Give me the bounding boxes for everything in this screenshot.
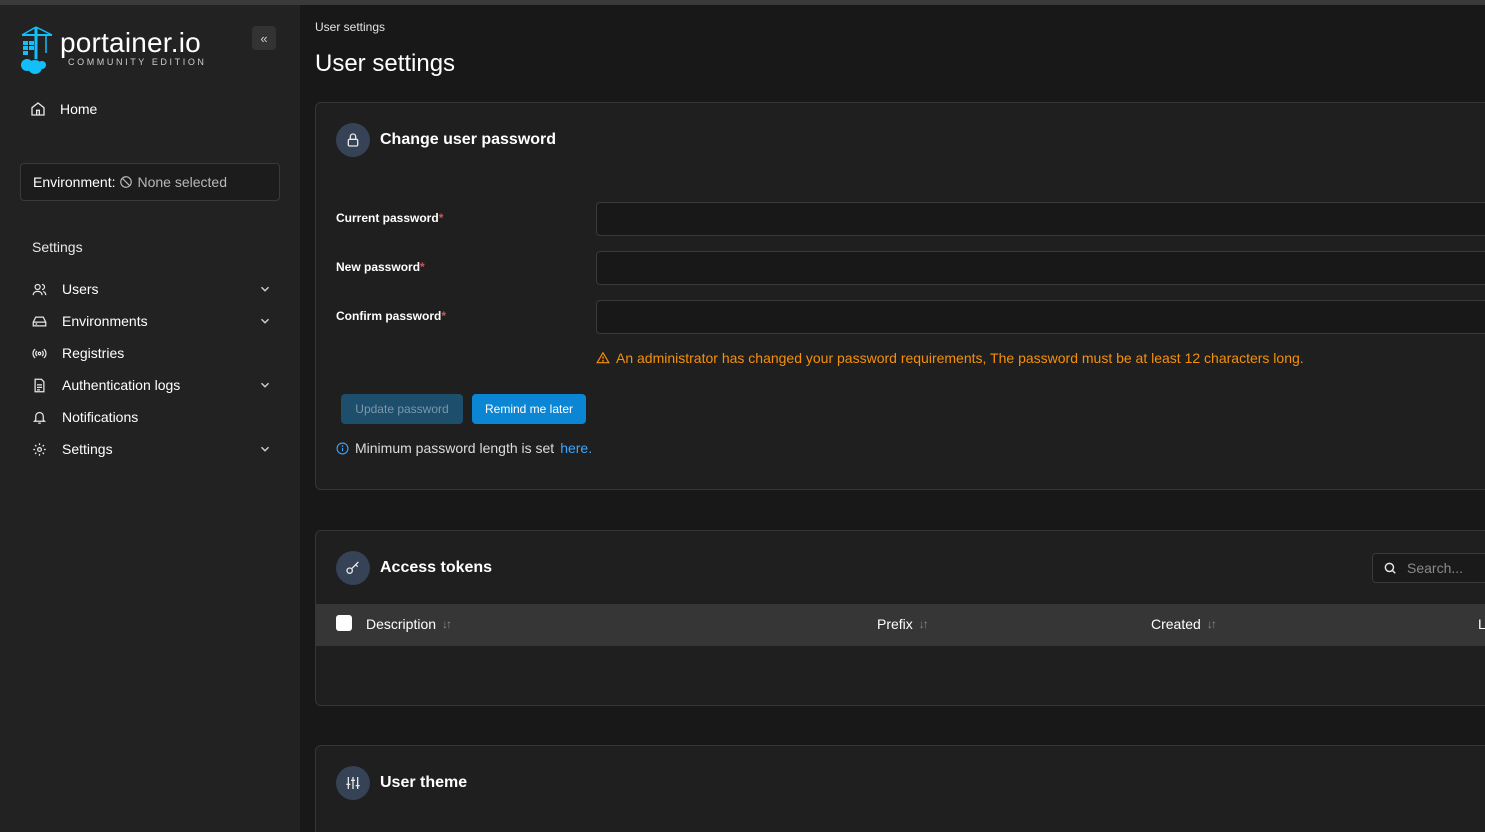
ban-icon bbox=[120, 176, 133, 188]
column-created[interactable]: Created ↓↑ bbox=[1151, 616, 1217, 632]
home-icon bbox=[31, 102, 45, 116]
environment-label: Environment: bbox=[33, 174, 116, 190]
bell-icon bbox=[30, 408, 48, 426]
environment-selector[interactable]: Environment: None selected bbox=[20, 163, 280, 201]
sidebar-item-label: Home bbox=[60, 101, 98, 117]
card-title: Access tokens bbox=[380, 559, 493, 576]
collapse-sidebar-button[interactable]: « bbox=[252, 26, 276, 50]
column-description[interactable]: Description ↓↑ bbox=[366, 616, 452, 632]
confirm-password-label: Confirm password* bbox=[336, 309, 446, 323]
brand-name: portainer.io bbox=[60, 27, 201, 58]
file-text-icon bbox=[30, 376, 48, 394]
sidebar-item-authentication-logs[interactable]: Authentication logs bbox=[30, 369, 272, 401]
user-theme-card: User theme bbox=[315, 745, 1485, 832]
sidebar-item-label: Environments bbox=[62, 313, 148, 329]
card-header: Access tokens bbox=[336, 551, 492, 585]
sort-icon: ↓↑ bbox=[918, 617, 929, 631]
sidebar-item-environments[interactable]: Environments bbox=[30, 305, 272, 337]
password-length-info: Minimum password length is set here. bbox=[336, 440, 592, 456]
sidebar-item-label: Users bbox=[62, 281, 99, 297]
select-all-checkbox[interactable] bbox=[336, 615, 352, 631]
environment-value: None selected bbox=[137, 174, 227, 190]
column-label: L bbox=[1478, 616, 1485, 632]
lock-icon bbox=[336, 123, 370, 157]
chevron-down-icon bbox=[260, 318, 270, 324]
new-password-label-text: New password bbox=[336, 260, 421, 274]
current-password-label-text: Current password bbox=[336, 211, 439, 225]
column-label: Created bbox=[1151, 616, 1201, 632]
access-tokens-card: Access tokens Description ↓↑ Prefix ↓↑ Cre… bbox=[315, 530, 1485, 706]
sidebar-item-label: Settings bbox=[62, 441, 113, 457]
chevron-down-icon bbox=[260, 382, 270, 388]
radio-icon bbox=[30, 344, 48, 362]
update-password-button[interactable]: Update password bbox=[341, 394, 463, 424]
sort-icon: ↓↑ bbox=[442, 617, 452, 631]
hard-drive-icon bbox=[30, 312, 48, 330]
sidebar-item-label: Notifications bbox=[62, 409, 139, 425]
sidebar-item-label: Authentication logs bbox=[62, 377, 181, 393]
card-header: Change user password bbox=[336, 123, 556, 157]
chevron-down-icon bbox=[260, 446, 270, 452]
column-last-used[interactable]: L bbox=[1478, 616, 1485, 632]
change-password-card: Change user password Current password* N… bbox=[315, 102, 1485, 490]
sidebar-item-settings[interactable]: Settings bbox=[30, 433, 272, 465]
current-password-input[interactable] bbox=[596, 202, 1485, 236]
sidebar-item-users[interactable]: Users bbox=[30, 273, 272, 305]
password-requirement-warning: An administrator has changed your passwo… bbox=[596, 350, 1304, 366]
token-search[interactable] bbox=[1372, 553, 1485, 583]
required-mark: * bbox=[441, 309, 447, 323]
remind-me-later-button[interactable]: Remind me later bbox=[472, 394, 586, 424]
sidebar-item-registries[interactable]: Registries bbox=[30, 337, 272, 369]
alert-triangle-icon bbox=[596, 351, 610, 364]
confirm-password-input[interactable] bbox=[596, 300, 1485, 334]
settings-nav: Users Environments Registries Authentica… bbox=[30, 273, 272, 465]
portainer-crane-icon bbox=[21, 26, 53, 74]
card-header: User theme bbox=[336, 766, 467, 800]
key-icon bbox=[336, 551, 370, 585]
portainer-logo[interactable]: portainer.io COMMUNITY EDITION bbox=[18, 25, 218, 81]
card-title: User theme bbox=[380, 774, 468, 791]
chevron-down-icon bbox=[260, 286, 270, 292]
search-input[interactable] bbox=[1407, 560, 1485, 576]
search-icon bbox=[1384, 562, 1396, 574]
breadcrumb: User settings bbox=[315, 20, 386, 34]
sliders-icon bbox=[336, 766, 370, 800]
tokens-table-header: Description ↓↑ Prefix ↓↑ Created ↓↑ L bbox=[316, 604, 1485, 646]
page-title: User settings bbox=[315, 50, 456, 77]
sidebar: portainer.io COMMUNITY EDITION « Home En… bbox=[0, 5, 300, 832]
column-label: Prefix bbox=[877, 616, 913, 632]
card-title: Change user password bbox=[380, 131, 557, 148]
current-password-label: Current password* bbox=[336, 211, 443, 225]
settings-link[interactable]: here. bbox=[560, 440, 592, 456]
sort-icon: ↓↑ bbox=[1206, 617, 1217, 631]
sidebar-item-home[interactable]: Home bbox=[30, 101, 97, 117]
chevrons-left-icon: « bbox=[260, 30, 268, 46]
confirm-password-label-text: Confirm password bbox=[336, 309, 442, 323]
settings-heading: Settings bbox=[32, 239, 83, 255]
warning-text: An administrator has changed your passwo… bbox=[616, 350, 1304, 366]
info-icon bbox=[336, 442, 349, 454]
column-prefix[interactable]: Prefix ↓↑ bbox=[877, 616, 929, 632]
users-icon bbox=[30, 280, 48, 298]
required-mark: * bbox=[420, 260, 425, 274]
gear-icon bbox=[30, 440, 48, 458]
environment-value-wrapper: None selected bbox=[119, 174, 227, 190]
info-text: Minimum password length is set bbox=[355, 440, 555, 456]
new-password-input[interactable] bbox=[596, 251, 1485, 285]
required-mark: * bbox=[438, 211, 444, 225]
sidebar-item-label: Registries bbox=[62, 345, 125, 361]
sidebar-item-notifications[interactable]: Notifications bbox=[30, 401, 272, 433]
new-password-label: New password* bbox=[336, 260, 425, 274]
column-label: Description bbox=[366, 616, 437, 632]
brand-edition: COMMUNITY EDITION bbox=[68, 57, 207, 67]
